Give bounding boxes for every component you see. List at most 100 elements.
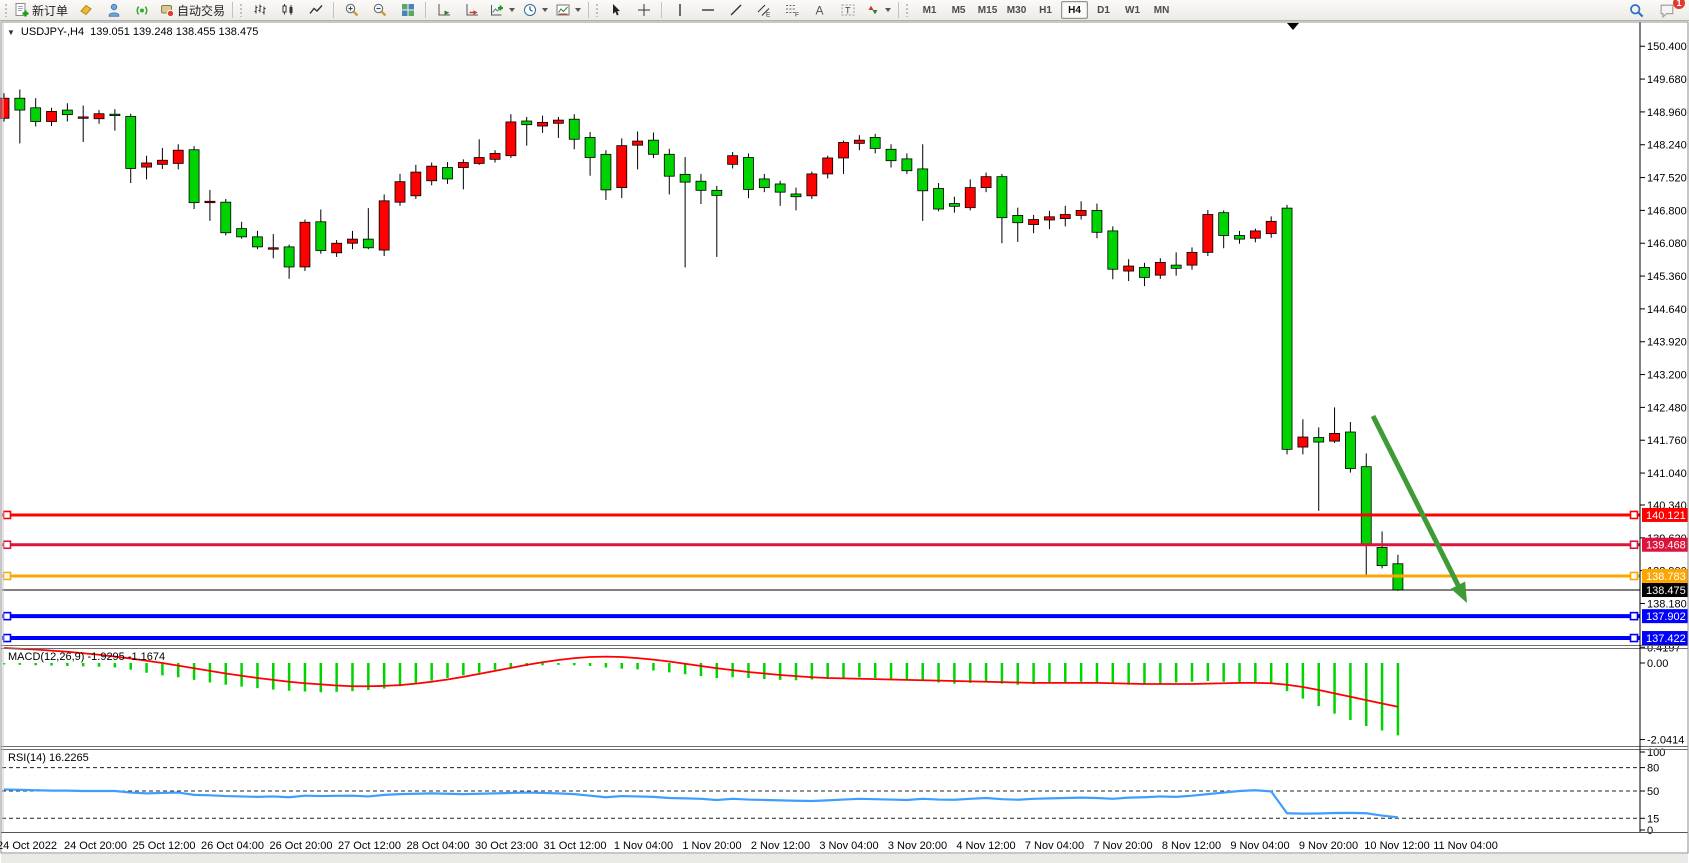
line-handle[interactable] [1631,613,1638,620]
community-button[interactable] [100,0,127,20]
candlestick [981,177,991,188]
candlestick [759,179,769,188]
time-axis-label: 3 Nov 04:00 [819,840,878,852]
auto-trading-button[interactable]: 自动交易 [156,0,228,20]
templates-button[interactable] [552,0,584,20]
toolbar-grip[interactable] [239,3,243,17]
time-axis-label: 31 Oct 12:00 [544,840,607,852]
rsi-tick-label: 15 [1647,813,1659,825]
market-button[interactable] [72,0,99,20]
time-axis-label: 2 Nov 12:00 [751,840,810,852]
candlestick [347,239,357,243]
trendline-icon [728,2,744,18]
line-price-tag-label: 138.783 [1646,571,1686,583]
new-order-button[interactable]: 新订单 [11,0,71,20]
chart-shift-button[interactable] [458,0,485,20]
time-axis-label: 24 Oct 2022 [0,840,57,852]
candlestick [1187,252,1197,265]
line-handle[interactable] [4,572,11,579]
vertical-line-tool-button[interactable] [666,0,693,20]
price-tick-label: 146.800 [1647,205,1687,217]
candlestick [854,140,864,143]
line-handle[interactable] [1631,541,1638,548]
svg-text:F: F [795,12,799,19]
toolbar-grip[interactable] [595,3,599,17]
svg-text:T: T [845,6,851,16]
price-tick-label: 147.520 [1647,173,1687,185]
notifications-button[interactable]: 1 [1654,0,1681,20]
candlestick [648,140,658,154]
price-tick-label: 145.360 [1647,271,1687,283]
tile-windows-button[interactable] [394,0,421,20]
search-button[interactable] [1623,0,1650,20]
crosshair-tool-button[interactable] [630,0,657,20]
candlestick [1092,210,1102,232]
candlestick [474,158,484,164]
timeframe-m5-button[interactable]: M5 [945,1,972,19]
bar-chart-button[interactable] [246,0,273,20]
signals-button[interactable] [128,0,155,20]
fibonacci-tool-button[interactable]: F [778,0,805,20]
text-tool-button[interactable]: A [806,0,833,20]
horizontal-line-tool-button[interactable] [694,0,721,20]
timeframe-h4-button[interactable]: H4 [1061,1,1088,19]
candlestick [696,181,706,190]
price-tick-label: 148.960 [1647,107,1687,119]
time-axis-label: 26 Oct 04:00 [201,840,264,852]
candlestick [664,154,674,176]
price-tick-label: 143.920 [1647,337,1687,349]
auto-trading-icon [159,2,175,18]
chevron-down-icon [509,8,515,12]
line-handle[interactable] [4,541,11,548]
line-chart-button[interactable] [302,0,329,20]
line-handle[interactable] [4,511,11,518]
mt4-terminal: 新订单 自动交易 [0,0,1689,863]
timeframe-h1-button[interactable]: H1 [1032,1,1059,19]
arrows-tool-button[interactable] [862,0,894,20]
time-axis-label: 9 Nov 20:00 [1299,840,1358,852]
toolbar-grip[interactable] [4,3,8,17]
equidistant-channel-tool-button[interactable]: E [750,0,777,20]
line-handle[interactable] [1631,511,1638,518]
macd-tick-label: 0.00 [1647,658,1668,670]
zoom-in-button[interactable] [338,0,365,20]
candlestick [379,201,389,250]
price-tick-label: 143.200 [1647,370,1687,382]
periods-button[interactable] [519,0,551,20]
candlestick-chart-button[interactable] [274,0,301,20]
time-axis-label: 24 Oct 20:00 [64,840,127,852]
collapse-icon[interactable]: ▼ [7,28,15,37]
toolbar-grip[interactable] [905,3,909,17]
macd-indicator-label: MACD(12,26,9) -1.9295 -1.1674 [8,651,165,663]
cursor-tool-button[interactable] [602,0,629,20]
auto-trading-label: 自动交易 [177,2,225,19]
candlestick [712,190,722,195]
candlestick [443,168,453,179]
candlestick [918,169,928,191]
macd-tick-label: -2.0414 [1647,735,1684,747]
line-handle[interactable] [1631,635,1638,642]
timeframe-m15-button[interactable]: M15 [974,1,1001,19]
timeframe-m1-button[interactable]: M1 [916,1,943,19]
timeframe-w1-button[interactable]: W1 [1119,1,1146,19]
trendline-tool-button[interactable] [722,0,749,20]
chart-canvas[interactable]: 150.400149.680148.960148.240147.520146.8… [0,21,1689,863]
time-axis-label: 26 Oct 20:00 [270,840,333,852]
auto-scroll-button[interactable] [430,0,457,20]
zoom-out-button[interactable] [366,0,393,20]
timeframe-m30-button[interactable]: M30 [1003,1,1030,19]
line-handle[interactable] [4,613,11,620]
timeframe-mn-button[interactable]: MN [1148,1,1175,19]
new-order-label: 新订单 [32,2,68,19]
line-handle[interactable] [1631,572,1638,579]
candlestick [1203,215,1213,253]
indicators-button[interactable] [486,0,518,20]
candlestick [1124,266,1134,271]
candlestick [205,201,215,202]
chart-window: 150.400149.680148.960148.240147.520146.8… [0,21,1689,863]
text-label-tool-button[interactable]: T [834,0,861,20]
line-handle[interactable] [4,635,11,642]
timeframe-d1-button[interactable]: D1 [1090,1,1117,19]
toolbar-separator [232,2,233,18]
time-axis-label: 8 Nov 12:00 [1162,840,1221,852]
